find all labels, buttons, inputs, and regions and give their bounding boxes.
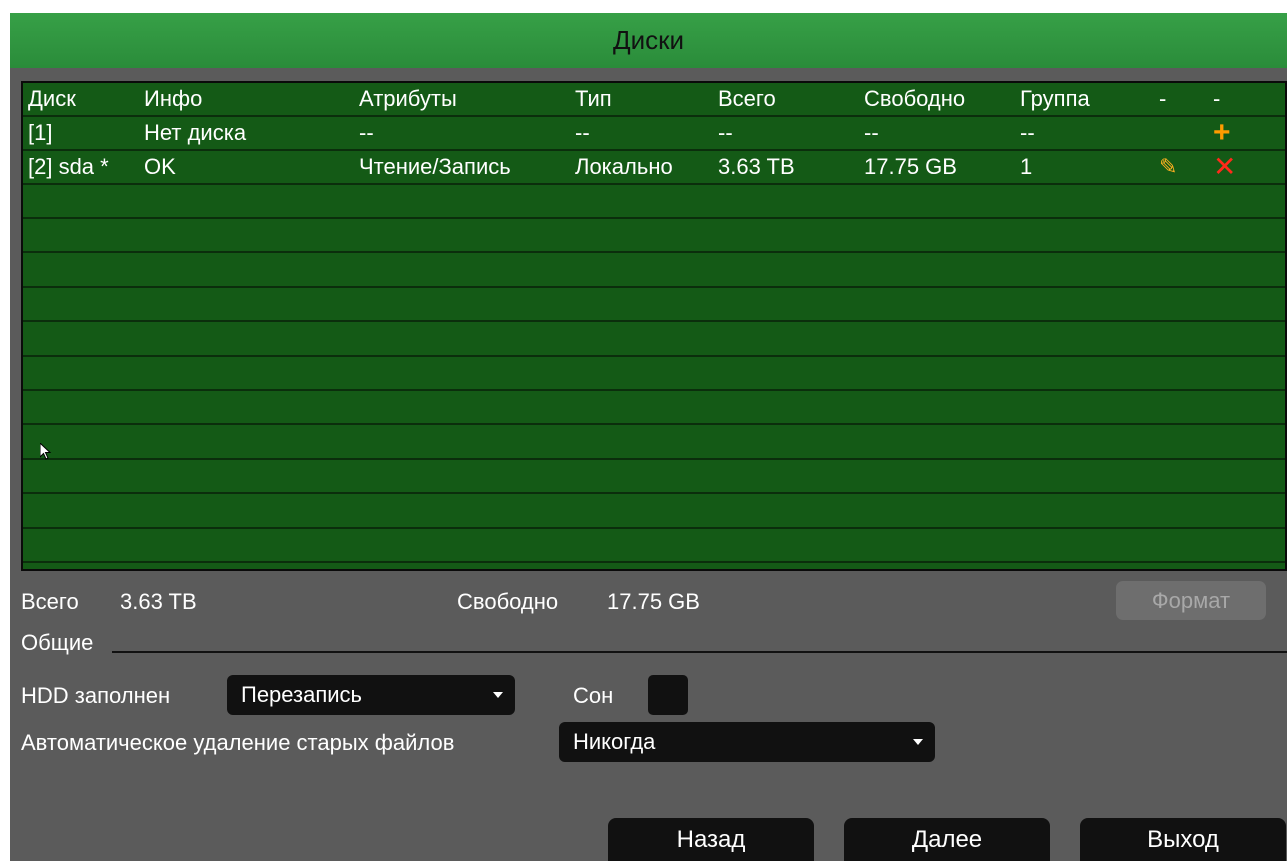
disk-group: 1	[1020, 154, 1033, 179]
chevron-down-icon	[913, 739, 923, 745]
sleep-label: Сон	[573, 683, 614, 708]
col-header-disk: Диск	[28, 86, 76, 111]
auto-delete-value: Никогда	[573, 729, 656, 754]
exit-button[interactable]: Выход	[1080, 818, 1286, 861]
general-section-label: Общие	[21, 630, 94, 655]
table-row-empty[interactable]	[23, 460, 1285, 495]
plus-icon[interactable]: +	[1213, 117, 1231, 149]
col-header-group: Группа	[1020, 86, 1090, 111]
table-row-empty[interactable]	[23, 357, 1285, 391]
auto-delete-label: Автоматическое удаление старых файлов	[21, 730, 455, 755]
col-header-edit: -	[1159, 86, 1167, 111]
hdd-full-value: Перезапись	[241, 682, 363, 707]
mouse-cursor-icon	[40, 443, 52, 460]
disks-window: Диски Диск Инфо Атрибуты Тип Всего Свобо…	[10, 13, 1287, 861]
col-header-total: Всего	[718, 86, 776, 111]
next-button[interactable]: Далее	[844, 818, 1050, 861]
disk-id: [2] sda *	[28, 154, 109, 179]
col-header-action: -	[1213, 86, 1221, 111]
sleep-checkbox[interactable]	[648, 675, 688, 715]
disk-attributes: Чтение/Запись	[359, 154, 511, 179]
col-header-free: Свободно	[864, 86, 966, 111]
total-label: Всего	[21, 589, 79, 614]
back-button[interactable]: Назад	[608, 818, 814, 861]
disk-free: 17.75 GB	[864, 154, 957, 179]
table-row-empty[interactable]	[23, 254, 1285, 288]
table-row-empty[interactable]	[23, 323, 1285, 357]
hdd-full-label: HDD заполнен	[21, 683, 171, 708]
disk-info: OK	[144, 154, 176, 179]
table-row-empty[interactable]	[23, 219, 1285, 254]
col-header-info: Инфо	[144, 86, 203, 111]
table-row[interactable]: [2] sda * OK Чтение/Запись Локально 3.63…	[23, 151, 1285, 185]
close-icon[interactable]: ✕	[1213, 151, 1236, 183]
window-title: Диски	[10, 13, 1287, 68]
disk-group: --	[1020, 120, 1035, 145]
free-value: 17.75 GB	[607, 589, 700, 614]
hdd-full-select[interactable]: Перезапись	[227, 675, 515, 715]
table-row-empty[interactable]	[23, 426, 1285, 460]
free-label: Свободно	[457, 589, 559, 614]
table-row[interactable]: [1] Нет диска -- -- -- -- -- +	[23, 117, 1285, 151]
disk-free: --	[864, 120, 879, 145]
col-header-type: Тип	[575, 86, 612, 111]
section-divider	[112, 651, 1287, 653]
disk-total: 3.63 TB	[718, 154, 795, 179]
table-header-row: Диск Инфо Атрибуты Тип Всего Свободно Гр…	[23, 83, 1285, 117]
disk-total: --	[718, 120, 733, 145]
auto-delete-select[interactable]: Никогда	[559, 722, 935, 762]
table-row-empty[interactable]	[23, 185, 1285, 219]
format-button[interactable]: Формат	[1116, 581, 1266, 620]
disk-attributes: --	[359, 120, 374, 145]
disk-info: Нет диска	[144, 120, 247, 145]
pencil-icon[interactable]: ✎	[1159, 151, 1177, 183]
col-header-attributes: Атрибуты	[359, 86, 457, 111]
table-row-empty[interactable]	[23, 529, 1285, 563]
disk-id: [1]	[28, 120, 53, 145]
disk-table: Диск Инфо Атрибуты Тип Всего Свободно Гр…	[21, 81, 1287, 571]
table-row-empty[interactable]	[23, 391, 1285, 426]
chevron-down-icon	[493, 692, 503, 698]
table-row-empty[interactable]	[23, 495, 1285, 529]
disk-type: --	[575, 120, 590, 145]
table-row-empty[interactable]	[23, 288, 1285, 323]
total-value: 3.63 TB	[120, 589, 197, 614]
disk-type: Локально	[575, 154, 673, 179]
